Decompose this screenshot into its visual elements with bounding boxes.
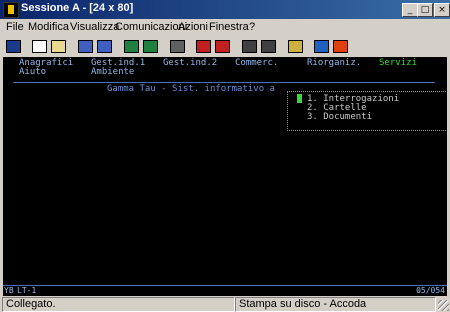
- banner-text: Gamma Tau - Sist. informativo a: [107, 84, 275, 94]
- menu-comunicazioni[interactable]: Comunicazioni: [115, 21, 187, 33]
- send-file-icon: [78, 40, 93, 53]
- app-icon[interactable]: [3, 2, 19, 18]
- term-menu-aiuto[interactable]: Aiuto: [19, 67, 46, 77]
- menu-modifica[interactable]: Modifica: [28, 21, 69, 33]
- oia-session: LT-1: [17, 286, 37, 295]
- resize-grip-icon[interactable]: [438, 300, 449, 311]
- status-bar: Collegato. Stampa su disco - Accoda: [0, 296, 450, 312]
- stop-macro-button[interactable]: [213, 37, 231, 54]
- menu-item-documenti[interactable]: 3. Documenti: [307, 112, 372, 122]
- title-bar: Sessione A - [24 x 80] _ □ ×: [0, 0, 450, 19]
- menu-azioni[interactable]: Azioni: [178, 21, 208, 33]
- term-menu-servizi[interactable]: Servizi: [379, 58, 417, 68]
- help-button[interactable]: [331, 37, 349, 54]
- stop-macro-icon: [215, 40, 230, 53]
- display-setup-icon: [124, 40, 139, 53]
- toolbar: [0, 36, 450, 56]
- display-setup-button[interactable]: [122, 37, 140, 54]
- term-menu-gest-ind-2[interactable]: Gest.ind.2: [163, 58, 217, 68]
- copy-icon: [32, 40, 47, 53]
- minimize-button[interactable]: _: [402, 3, 418, 17]
- term-menu-riorganiz[interactable]: Riorganiz.: [307, 58, 361, 68]
- help-icon: [333, 40, 348, 53]
- term-menu-ambiente[interactable]: Ambiente: [91, 67, 134, 77]
- globe-button[interactable]: [312, 37, 330, 54]
- connection-status: Collegato.: [2, 297, 235, 312]
- keyboard-map-button[interactable]: [141, 37, 159, 54]
- print-screen-icon: [6, 40, 21, 53]
- menu-help[interactable]: ?: [249, 21, 255, 33]
- text-cursor: [297, 94, 302, 103]
- menu-bar: File Modifica Visualizza Comunicazioni A…: [0, 19, 450, 35]
- menu-file[interactable]: File: [6, 21, 24, 33]
- clipboard-button[interactable]: [286, 37, 304, 54]
- play-macro-icon: [242, 40, 257, 53]
- oia-indicator: YB: [4, 286, 14, 295]
- terminal-screen[interactable]: Anagrafici Gest.ind.1 Gest.ind.2 Commerc…: [3, 57, 447, 285]
- play-macro-button[interactable]: [240, 37, 258, 54]
- operator-info-area: YB LT-1 05/054: [3, 285, 447, 296]
- separator-line: [13, 82, 435, 83]
- pause-macro-icon: [261, 40, 276, 53]
- globe-icon: [314, 40, 329, 53]
- cursor-position: 05/054: [416, 286, 445, 295]
- macro-icon: [170, 40, 185, 53]
- clipboard-icon: [288, 40, 303, 53]
- term-menu-commerc[interactable]: Commerc.: [235, 58, 278, 68]
- paste-button[interactable]: [49, 37, 67, 54]
- menu-finestra[interactable]: Finestra: [209, 21, 249, 33]
- pause-macro-button[interactable]: [259, 37, 277, 54]
- close-button[interactable]: ×: [434, 3, 450, 17]
- menu-visualizza[interactable]: Visualizza: [70, 21, 119, 33]
- record-macro-button[interactable]: [194, 37, 212, 54]
- keyboard-map-icon: [143, 40, 158, 53]
- paste-icon: [51, 40, 66, 53]
- receive-file-icon: [97, 40, 112, 53]
- record-macro-icon: [196, 40, 211, 53]
- print-status: Stampa su disco - Accoda: [235, 297, 436, 312]
- receive-file-button[interactable]: [95, 37, 113, 54]
- maximize-button[interactable]: □: [417, 3, 433, 17]
- window-title: Sessione A - [24 x 80]: [21, 2, 134, 14]
- copy-button[interactable]: [30, 37, 48, 54]
- macro-button[interactable]: [168, 37, 186, 54]
- print-screen-button[interactable]: [4, 37, 22, 54]
- send-file-button[interactable]: [76, 37, 94, 54]
